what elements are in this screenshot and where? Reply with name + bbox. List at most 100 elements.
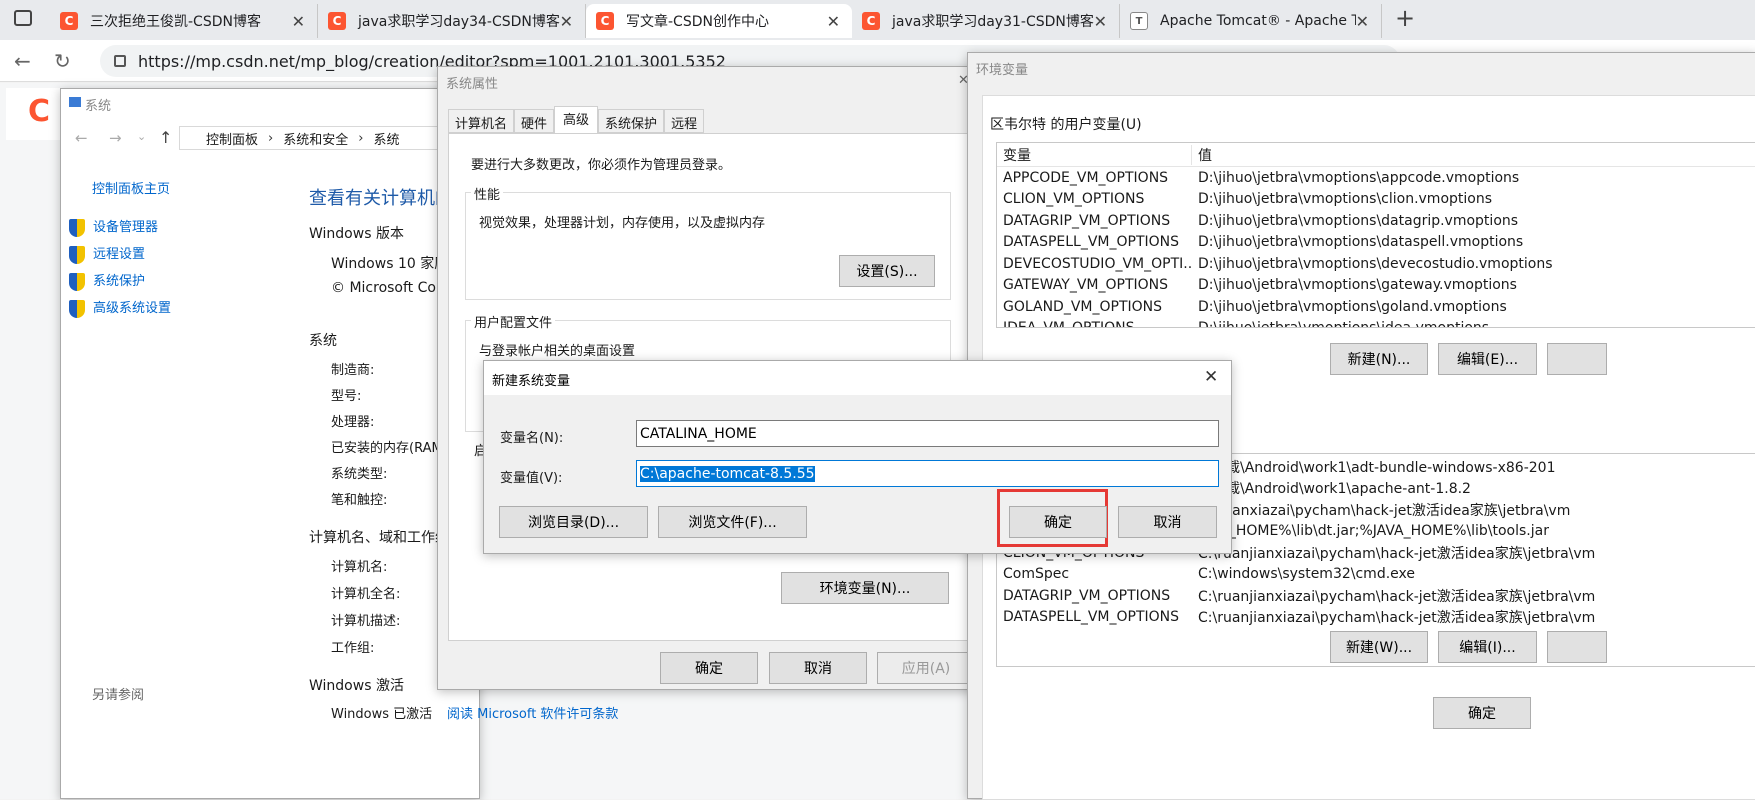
tab-hardware[interactable]: 硬件 bbox=[514, 109, 555, 133]
csdn-logo-fragment: C bbox=[6, 88, 66, 140]
back-icon[interactable]: ← bbox=[14, 49, 31, 73]
browser-tab-5[interactable]: T Apache Tomcat® - Apache Tomcat ✕ bbox=[1120, 4, 1382, 38]
table-row[interactable]: DATASPELL_VM_OPTIONS C:\ruanjianxiazai\py… bbox=[997, 607, 1755, 629]
table-row[interactable]: DEVECOSTUDIO_VM_OPTI... D:\jihuo\jetbra\v… bbox=[997, 253, 1755, 275]
close-icon[interactable]: ✕ bbox=[827, 12, 840, 31]
sidebar-item-device-manager[interactable]: 设备管理器 bbox=[69, 216, 158, 237]
admin-note: 要进行大多数更改，你必须作为管理员登录。 bbox=[471, 158, 732, 173]
table-row[interactable]: GOLAND_VM_OPTIONS D:\jihuo\jetbra\vmoptio… bbox=[997, 296, 1755, 318]
table-row[interactable]: APPCODE_VM_OPTIONS D:\jihuo\jetbra\vmopti… bbox=[997, 167, 1755, 189]
cancel-button[interactable]: 取消 bbox=[769, 652, 867, 684]
browse-directory-button[interactable]: 浏览目录(D)... bbox=[499, 506, 648, 538]
new-user-variable-button[interactable]: 新建(N)... bbox=[1330, 343, 1428, 375]
browse-file-button[interactable]: 浏览文件(F)... bbox=[658, 506, 807, 538]
edit-user-variable-button[interactable]: 编辑(E)... bbox=[1438, 343, 1537, 375]
variable-name-cell: DATAGRIP_VM_OPTIONS bbox=[1003, 587, 1171, 604]
user-profiles-label: 用户配置文件 bbox=[471, 312, 556, 331]
breadcrumb-item[interactable]: 系统和安全 bbox=[283, 129, 348, 148]
table-row[interactable]: CLION_VM_OPTIONS D:\jihuo\jetbra\vmoption… bbox=[997, 189, 1755, 211]
navigation-bar: ← → ⌄ ↑ 控制面板 › 系统和安全 › 系统 bbox=[61, 121, 481, 155]
apply-button[interactable]: 应用(A) bbox=[877, 652, 975, 684]
new-var-ok-button[interactable]: 确定 bbox=[1009, 506, 1107, 538]
browser-tab-1[interactable]: C 三次拒绝王俊凯-CSDN博客 ✕ bbox=[50, 4, 318, 38]
page-title: 查看有关计算机的 bbox=[309, 188, 453, 209]
environment-variables-button[interactable]: 环境变量(N)... bbox=[781, 572, 949, 604]
shield-icon bbox=[69, 218, 85, 237]
sidebar-item-advanced-settings[interactable]: 高级系统设置 bbox=[69, 297, 171, 318]
refresh-icon[interactable]: ↻ bbox=[54, 49, 71, 73]
chevron-down-icon[interactable]: ⌄ bbox=[137, 130, 146, 143]
sidebar-item-remote-settings[interactable]: 远程设置 bbox=[69, 243, 145, 264]
see-also-label: 另请参阅 bbox=[92, 688, 145, 703]
computer-field-label: 工作组: bbox=[331, 641, 375, 656]
breadcrumb-item[interactable]: 系统 bbox=[373, 129, 399, 148]
variable-name-cell: CLION_VM_OPTIONS bbox=[1003, 191, 1145, 208]
variable-value-input[interactable]: C:\apache-tomcat-8.5.55 bbox=[636, 460, 1219, 487]
system-window-title: 系统 bbox=[69, 95, 111, 114]
user-variables-table[interactable]: 变量 值 APPCODE_VM_OPTIONS D:\jihuo\jetbra\v… bbox=[996, 142, 1755, 328]
user-profiles-description: 与登录帐户相关的桌面设置 bbox=[479, 344, 636, 359]
variable-name-input[interactable] bbox=[636, 420, 1219, 447]
dialog-title: 系统属性 bbox=[446, 77, 499, 92]
table-row[interactable]: DATAGRIP_VM_OPTIONS C:\ruanjianxiazai\pyc… bbox=[997, 585, 1755, 607]
close-icon[interactable]: ✕ bbox=[1094, 12, 1107, 31]
tab-computer-name[interactable]: 计算机名 bbox=[448, 109, 515, 133]
license-terms-link[interactable]: 阅读 Microsoft 软件许可条款 bbox=[447, 703, 618, 722]
breadcrumb-item[interactable]: 控制面板 bbox=[206, 129, 258, 148]
performance-settings-button[interactable]: 设置(S)... bbox=[839, 255, 935, 287]
variable-name-cell: GATEWAY_VM_OPTIONS bbox=[1003, 277, 1169, 294]
table-row[interactable]: DATASPELL_VM_OPTIONS D:\jihuo\jetbra\vmop… bbox=[997, 232, 1755, 254]
variable-name-cell: DATASPELL_VM_OPTIONS bbox=[1003, 609, 1180, 626]
close-icon[interactable]: ✕ bbox=[1356, 12, 1369, 31]
table-row[interactable]: DATAGRIP_VM_OPTIONS D:\jihuo\jetbra\vmopt… bbox=[997, 210, 1755, 232]
variable-name-cell: DATAGRIP_VM_OPTIONS bbox=[1003, 212, 1171, 229]
browser-tab-4[interactable]: C java求职学习day31-CSDN博客 ✕ bbox=[852, 4, 1120, 38]
variable-value-cell: D:\jihuo\jetbra\vmoptions\clion.vmoption… bbox=[1198, 191, 1493, 208]
browser-tab-2[interactable]: C java求职学习day34-CSDN博客 ✕ bbox=[318, 4, 586, 38]
ok-button[interactable]: 确定 bbox=[660, 652, 758, 684]
new-system-variable-dialog: 新建系统变量 ✕ 变量名(N): 变量值(V): C:\apache-tomca… bbox=[483, 360, 1232, 554]
env-window-title: 环境变量 bbox=[976, 63, 1029, 78]
breadcrumb[interactable]: 控制面板 › 系统和安全 › 系统 bbox=[179, 126, 481, 150]
variable-value-cell: C:\ruanjianxiazai\pycham\hack-jet激活idea家… bbox=[1198, 610, 1596, 627]
new-var-cancel-button[interactable]: 取消 bbox=[1118, 506, 1217, 538]
up-arrow-icon[interactable]: ↑ bbox=[159, 128, 172, 147]
new-tab-button[interactable]: + bbox=[1395, 4, 1415, 32]
activation-section-label: Windows 激活 bbox=[309, 678, 404, 694]
table-row[interactable]: IDEA_VM_OPTIONSD:\jihuo\jetbra\vmoptions… bbox=[997, 318, 1755, 327]
tab-label: java求职学习day34-CSDN博客 bbox=[358, 14, 560, 30]
tab-strip: 计算机名 硬件 高级 系统保护 远程 bbox=[448, 106, 705, 133]
variable-name-cell: APPCODE_VM_OPTIONS bbox=[1003, 169, 1169, 186]
close-icon[interactable]: ✕ bbox=[560, 12, 573, 31]
user-variables-label: 区韦尔特 的用户变量(U) bbox=[990, 117, 1142, 133]
performance-label: 性能 bbox=[471, 184, 504, 203]
back-arrow-icon[interactable]: ← bbox=[75, 129, 88, 147]
tab-label: Apache Tomcat® - Apache Tomcat bbox=[1160, 13, 1356, 29]
variable-name-label: 变量名(N): bbox=[500, 431, 564, 446]
delete-user-variable-button[interactable] bbox=[1547, 343, 1607, 375]
sidebar-item-system-protection[interactable]: 系统保护 bbox=[69, 270, 145, 291]
column-header-value[interactable]: 值 bbox=[1192, 145, 1755, 165]
browser-tab-3[interactable]: C 写文章-CSDN创作中心 ✕ bbox=[586, 4, 852, 38]
selected-value-text: C:\apache-tomcat-8.5.55 bbox=[640, 465, 815, 482]
browser-tab-bar: C 三次拒绝王俊凯-CSDN博客 ✕ C java求职学习day34-CSDN博… bbox=[0, 0, 1755, 40]
windows-edition: Windows 10 家庭 bbox=[331, 256, 449, 272]
forward-arrow-icon[interactable]: → bbox=[109, 129, 122, 147]
close-icon[interactable]: ✕ bbox=[292, 12, 305, 31]
close-icon[interactable]: ✕ bbox=[1204, 367, 1218, 387]
delete-system-variable-button[interactable] bbox=[1547, 631, 1607, 663]
edit-system-variable-button[interactable]: 编辑(I)... bbox=[1438, 631, 1537, 663]
new-system-variable-button[interactable]: 新建(W)... bbox=[1330, 631, 1428, 663]
system-field-label: 处理器: bbox=[331, 415, 375, 430]
table-row[interactable]: GATEWAY_VM_OPTIONS D:\jihuo\jetbra\vmopti… bbox=[997, 275, 1755, 297]
csdn-favicon-icon: C bbox=[596, 12, 614, 30]
tab-system-protection[interactable]: 系统保护 bbox=[598, 109, 665, 133]
column-header-variable[interactable]: 变量 bbox=[997, 144, 1192, 165]
tab-remote[interactable]: 远程 bbox=[664, 109, 705, 133]
env-ok-button[interactable]: 确定 bbox=[1433, 697, 1531, 729]
tab-actions-icon[interactable] bbox=[14, 10, 32, 26]
tab-advanced[interactable]: 高级 bbox=[554, 106, 599, 133]
table-row[interactable]: ComSpec C:\windows\system32\cmd.exe bbox=[997, 564, 1755, 586]
computer-section-label: 计算机名、域和工作组 bbox=[309, 530, 449, 546]
control-panel-home-link[interactable]: 控制面板主页 bbox=[92, 178, 170, 197]
